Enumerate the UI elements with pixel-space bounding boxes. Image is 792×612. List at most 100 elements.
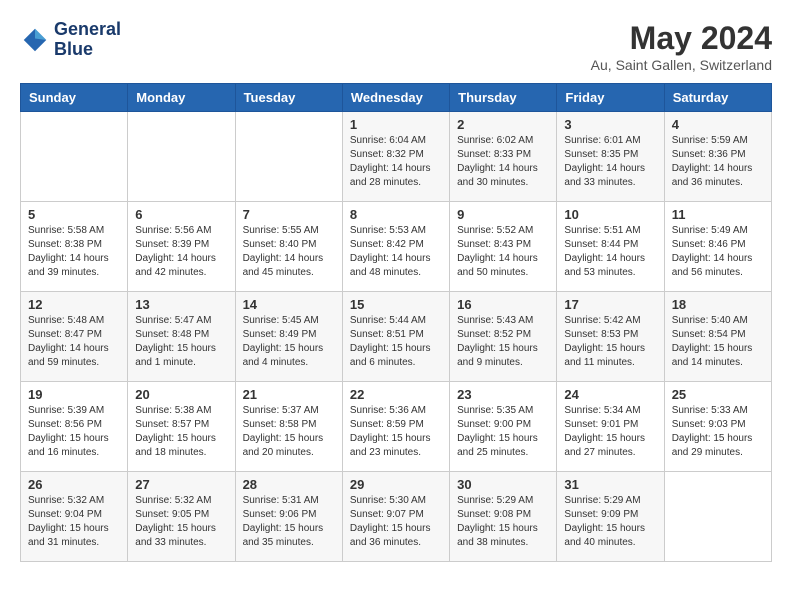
calendar-cell: 1 Sunrise: 6:04 AM Sunset: 8:32 PM Daylig… <box>342 112 449 202</box>
calendar-week-row: 26 Sunrise: 5:32 AM Sunset: 9:04 PM Dayli… <box>21 472 772 562</box>
day-info: Sunrise: 5:49 AM Sunset: 8:46 PM Dayligh… <box>672 224 764 280</box>
day-info: Sunrise: 5:29 AM Sunset: 9:09 PM Dayligh… <box>564 494 656 550</box>
calendar-cell: 31 Sunrise: 5:29 AM Sunset: 9:09 PM Dayli… <box>557 472 664 562</box>
calendar-cell: 10 Sunrise: 5:51 AM Sunset: 8:44 PM Dayli… <box>557 202 664 292</box>
day-number: 21 <box>243 387 335 402</box>
calendar-cell: 21 Sunrise: 5:37 AM Sunset: 8:58 PM Dayli… <box>235 382 342 472</box>
day-info: Sunrise: 5:47 AM Sunset: 8:48 PM Dayligh… <box>135 314 227 370</box>
calendar-table: SundayMondayTuesdayWednesdayThursdayFrid… <box>20 83 772 562</box>
calendar-cell: 2 Sunrise: 6:02 AM Sunset: 8:33 PM Daylig… <box>450 112 557 202</box>
day-info: Sunrise: 5:36 AM Sunset: 8:59 PM Dayligh… <box>350 404 442 460</box>
day-info: Sunrise: 5:48 AM Sunset: 8:47 PM Dayligh… <box>28 314 120 370</box>
day-number: 7 <box>243 207 335 222</box>
day-info: Sunrise: 5:32 AM Sunset: 9:04 PM Dayligh… <box>28 494 120 550</box>
calendar-cell: 25Sunrise: 5:33 AM Sunset: 9:03 PM Dayli… <box>664 382 771 472</box>
day-info: Sunrise: 5:52 AM Sunset: 8:43 PM Dayligh… <box>457 224 549 280</box>
day-info: Sunrise: 5:51 AM Sunset: 8:44 PM Dayligh… <box>564 224 656 280</box>
calendar-cell: 22 Sunrise: 5:36 AM Sunset: 8:59 PM Dayli… <box>342 382 449 472</box>
calendar-cell <box>664 472 771 562</box>
day-info: Sunrise: 5:34 AM Sunset: 9:01 PM Dayligh… <box>564 404 656 460</box>
day-info: Sunrise: 5:56 AM Sunset: 8:39 PM Dayligh… <box>135 224 227 280</box>
calendar-cell: 8Sunrise: 5:53 AM Sunset: 8:42 PM Daylig… <box>342 202 449 292</box>
calendar-week-row: 5 Sunrise: 5:58 AM Sunset: 8:38 PM Daylig… <box>21 202 772 292</box>
header-wednesday: Wednesday <box>342 84 449 112</box>
calendar-cell: 17 Sunrise: 5:42 AM Sunset: 8:53 PM Dayli… <box>557 292 664 382</box>
calendar-cell: 19Sunrise: 5:39 AM Sunset: 8:56 PM Dayli… <box>21 382 128 472</box>
title-block: May 2024 Au, Saint Gallen, Switzerland <box>591 20 772 73</box>
logo-icon <box>20 25 50 55</box>
calendar-cell <box>21 112 128 202</box>
header-friday: Friday <box>557 84 664 112</box>
calendar-cell: 26 Sunrise: 5:32 AM Sunset: 9:04 PM Dayli… <box>21 472 128 562</box>
logo-line2: Blue <box>54 40 121 60</box>
calendar-week-row: 1 Sunrise: 6:04 AM Sunset: 8:32 PM Daylig… <box>21 112 772 202</box>
header-saturday: Saturday <box>664 84 771 112</box>
calendar-cell: 6Sunrise: 5:56 AM Sunset: 8:39 PM Daylig… <box>128 202 235 292</box>
calendar-cell: 30Sunrise: 5:29 AM Sunset: 9:08 PM Dayli… <box>450 472 557 562</box>
calendar-cell: 24Sunrise: 5:34 AM Sunset: 9:01 PM Dayli… <box>557 382 664 472</box>
day-number: 11 <box>672 207 764 222</box>
calendar-cell: 9 Sunrise: 5:52 AM Sunset: 8:43 PM Daylig… <box>450 202 557 292</box>
day-info: Sunrise: 5:58 AM Sunset: 8:38 PM Dayligh… <box>28 224 120 280</box>
day-number: 13 <box>135 297 227 312</box>
day-info: Sunrise: 6:04 AM Sunset: 8:32 PM Dayligh… <box>350 134 442 190</box>
day-info: Sunrise: 5:31 AM Sunset: 9:06 PM Dayligh… <box>243 494 335 550</box>
page-header: General Blue May 2024 Au, Saint Gallen, … <box>20 20 772 73</box>
day-number: 2 <box>457 117 549 132</box>
day-number: 20 <box>135 387 227 402</box>
calendar-header-row: SundayMondayTuesdayWednesdayThursdayFrid… <box>21 84 772 112</box>
day-number: 26 <box>28 477 120 492</box>
calendar-cell: 20 Sunrise: 5:38 AM Sunset: 8:57 PM Dayli… <box>128 382 235 472</box>
calendar-week-row: 12 Sunrise: 5:48 AM Sunset: 8:47 PM Dayli… <box>21 292 772 382</box>
day-number: 14 <box>243 297 335 312</box>
day-info: Sunrise: 5:42 AM Sunset: 8:53 PM Dayligh… <box>564 314 656 370</box>
day-number: 12 <box>28 297 120 312</box>
day-info: Sunrise: 5:40 AM Sunset: 8:54 PM Dayligh… <box>672 314 764 370</box>
day-number: 29 <box>350 477 442 492</box>
calendar-cell: 14 Sunrise: 5:45 AM Sunset: 8:49 PM Dayli… <box>235 292 342 382</box>
header-monday: Monday <box>128 84 235 112</box>
calendar-cell: 18 Sunrise: 5:40 AM Sunset: 8:54 PM Dayli… <box>664 292 771 382</box>
calendar-cell: 15Sunrise: 5:44 AM Sunset: 8:51 PM Dayli… <box>342 292 449 382</box>
day-number: 23 <box>457 387 549 402</box>
day-info: Sunrise: 5:38 AM Sunset: 8:57 PM Dayligh… <box>135 404 227 460</box>
location: Au, Saint Gallen, Switzerland <box>591 57 772 73</box>
day-info: Sunrise: 5:55 AM Sunset: 8:40 PM Dayligh… <box>243 224 335 280</box>
day-number: 18 <box>672 297 764 312</box>
day-number: 5 <box>28 207 120 222</box>
logo-text: General Blue <box>54 20 121 60</box>
logo-line1: General <box>54 20 121 40</box>
calendar-week-row: 19Sunrise: 5:39 AM Sunset: 8:56 PM Dayli… <box>21 382 772 472</box>
day-info: Sunrise: 6:01 AM Sunset: 8:35 PM Dayligh… <box>564 134 656 190</box>
calendar-cell: 5 Sunrise: 5:58 AM Sunset: 8:38 PM Daylig… <box>21 202 128 292</box>
day-info: Sunrise: 5:43 AM Sunset: 8:52 PM Dayligh… <box>457 314 549 370</box>
day-number: 17 <box>564 297 656 312</box>
calendar-cell: 13 Sunrise: 5:47 AM Sunset: 8:48 PM Dayli… <box>128 292 235 382</box>
day-number: 31 <box>564 477 656 492</box>
day-number: 16 <box>457 297 549 312</box>
calendar-cell: 23Sunrise: 5:35 AM Sunset: 9:00 PM Dayli… <box>450 382 557 472</box>
day-number: 9 <box>457 207 549 222</box>
day-info: Sunrise: 5:30 AM Sunset: 9:07 PM Dayligh… <box>350 494 442 550</box>
day-info: Sunrise: 6:02 AM Sunset: 8:33 PM Dayligh… <box>457 134 549 190</box>
day-info: Sunrise: 5:32 AM Sunset: 9:05 PM Dayligh… <box>135 494 227 550</box>
calendar-cell: 28 Sunrise: 5:31 AM Sunset: 9:06 PM Dayli… <box>235 472 342 562</box>
day-info: Sunrise: 5:33 AM Sunset: 9:03 PM Dayligh… <box>672 404 764 460</box>
day-info: Sunrise: 5:53 AM Sunset: 8:42 PM Dayligh… <box>350 224 442 280</box>
month-year: May 2024 <box>591 20 772 57</box>
day-number: 1 <box>350 117 442 132</box>
day-info: Sunrise: 5:37 AM Sunset: 8:58 PM Dayligh… <box>243 404 335 460</box>
day-number: 22 <box>350 387 442 402</box>
calendar-cell <box>235 112 342 202</box>
day-number: 19 <box>28 387 120 402</box>
day-number: 3 <box>564 117 656 132</box>
day-number: 28 <box>243 477 335 492</box>
header-thursday: Thursday <box>450 84 557 112</box>
header-sunday: Sunday <box>21 84 128 112</box>
logo: General Blue <box>20 20 121 60</box>
day-info: Sunrise: 5:45 AM Sunset: 8:49 PM Dayligh… <box>243 314 335 370</box>
calendar-cell: 16 Sunrise: 5:43 AM Sunset: 8:52 PM Dayli… <box>450 292 557 382</box>
day-number: 10 <box>564 207 656 222</box>
calendar-cell <box>128 112 235 202</box>
day-number: 30 <box>457 477 549 492</box>
